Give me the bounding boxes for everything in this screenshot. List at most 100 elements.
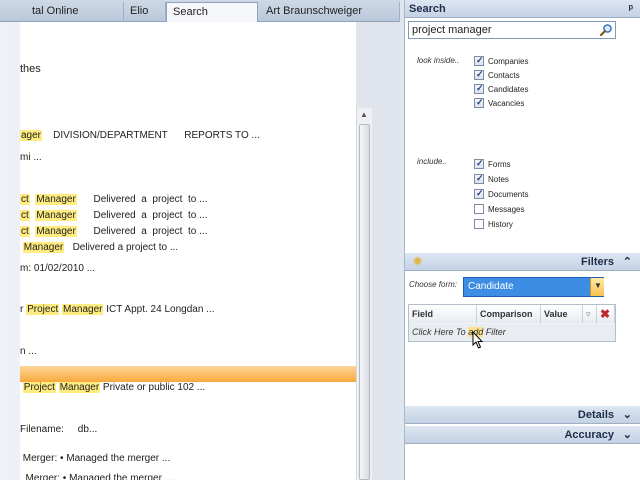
- result-line[interactable]: thes: [20, 63, 41, 75]
- pin-icon[interactable]: ᵖ: [629, 0, 633, 18]
- checkbox-label: Forms: [488, 160, 511, 169]
- result-line[interactable]: r Project Manager ICT Appt. 24 Longdan .…: [20, 304, 215, 315]
- chevron-down-icon: ▼: [594, 281, 602, 290]
- checkbox-candidates[interactable]: Candidates: [474, 82, 529, 96]
- column-header-comparison[interactable]: Comparison: [477, 305, 541, 323]
- checkbox-box[interactable]: [474, 54, 484, 67]
- expand-details-icon[interactable]: ⌄: [623, 406, 632, 424]
- choose-form-value: Candidate: [468, 281, 514, 292]
- result-line[interactable]: Merger: • Managed the merger ...: [20, 453, 170, 464]
- search-box[interactable]: [408, 21, 616, 39]
- result-line[interactable]: m: 01/02/2010 ...: [20, 263, 95, 274]
- checkbox-box[interactable]: [474, 82, 484, 95]
- search-results-document[interactable]: thes ager DIVISION/DEPARTMENT REPORTS TO …: [20, 22, 356, 480]
- vertical-scrollbar[interactable]: ▲: [356, 108, 372, 480]
- highlighted-term: Manager: [58, 382, 101, 393]
- tab-elio-rossi[interactable]: Elio Rossi: [124, 2, 166, 35]
- result-text: Merger: • Managed the merger ...: [20, 453, 171, 464]
- result-line[interactable]: Project Manager Private or public 102 ..…: [20, 382, 205, 393]
- checkbox-contacts[interactable]: Contacts: [474, 68, 520, 82]
- highlighted-term: Manager: [62, 304, 104, 315]
- filter-star-icon: ✹: [413, 256, 423, 268]
- checkbox-messages[interactable]: Messages: [474, 203, 524, 216]
- result-line[interactable]: Manager Delivered a project to ...: [20, 242, 178, 253]
- filters-header[interactable]: ✹ Filters ⌃: [405, 253, 640, 271]
- highlighted-term: Manager: [35, 194, 77, 205]
- checkbox-history[interactable]: History: [474, 218, 513, 231]
- filter-funnel-icon[interactable]: ▿: [583, 305, 597, 323]
- checkbox-label: Candidates: [488, 85, 529, 94]
- checkbox-documents[interactable]: Documents: [474, 187, 529, 201]
- highlighted-term: ager: [20, 130, 43, 141]
- result-text: Private or public 102 ...: [100, 382, 206, 393]
- checkbox-label: Documents: [488, 190, 529, 199]
- search-icon[interactable]: [599, 23, 613, 37]
- highlighted-term: Manager: [35, 210, 77, 221]
- checkbox-box[interactable]: [474, 187, 484, 200]
- result-line[interactable]: ct Manager Delivered a project to ...: [20, 194, 207, 205]
- scroll-up-icon[interactable]: ▲: [360, 110, 368, 119]
- checkbox-box[interactable]: [474, 157, 484, 170]
- result-text: n ...: [20, 346, 37, 357]
- search-input[interactable]: [409, 22, 599, 38]
- checkbox-companies[interactable]: Companies: [474, 54, 529, 68]
- result-line[interactable]: ct Manager Delivered a project to ...: [20, 210, 207, 221]
- highlighted-term: Manager: [22, 242, 65, 253]
- delete-filter-icon[interactable]: ✖: [597, 305, 615, 323]
- highlighted-term: Project: [26, 304, 60, 315]
- filter-grid: Field Comparison Value ▿ ✖ Click Here To…: [408, 304, 616, 342]
- tab-search-results[interactable]: Search results×: [166, 2, 258, 36]
- checkbox-forms[interactable]: Forms: [474, 157, 511, 171]
- checkbox-vacancies[interactable]: Vacancies: [474, 96, 524, 110]
- mouse-cursor-icon: [472, 331, 484, 349]
- selected-result-row[interactable]: [20, 366, 356, 382]
- choose-form-select[interactable]: Candidate: [463, 277, 604, 297]
- checkbox-label: Notes: [488, 175, 509, 184]
- result-line[interactable]: Filename: db...: [20, 424, 97, 435]
- checkbox-box[interactable]: [474, 96, 484, 109]
- look-inside-label: look inside..: [417, 56, 460, 65]
- checkbox-box[interactable]: [474, 172, 484, 185]
- checkbox-notes[interactable]: Notes: [474, 172, 509, 186]
- result-line[interactable]: ager DIVISION/DEPARTMENT REPORTS TO ...: [20, 130, 260, 141]
- result-line[interactable]: ct Manager Delivered a project to ...: [20, 226, 207, 237]
- checkbox-label: History: [488, 220, 513, 229]
- highlighted-term: ct: [20, 226, 30, 237]
- scrollbar-thumb[interactable]: [359, 124, 370, 480]
- result-line[interactable]: Merger: • Managed the merger ...: [20, 473, 173, 480]
- result-line[interactable]: n ...: [20, 346, 37, 357]
- result-text: Merger: • Managed the merger ...: [20, 473, 174, 480]
- filter-empty-area: [405, 344, 640, 406]
- add-filter-row[interactable]: Click Here To add Filter: [409, 324, 615, 341]
- include-label: include..: [417, 157, 447, 166]
- column-header-value[interactable]: Value: [541, 305, 583, 323]
- accuracy-header[interactable]: Accuracy ⌄: [405, 426, 640, 444]
- highlighted-term: Manager: [35, 226, 77, 237]
- accuracy-empty-area: [405, 445, 640, 480]
- checkbox-label: Contacts: [488, 71, 520, 80]
- expand-accuracy-icon[interactable]: ⌄: [623, 426, 632, 444]
- column-header-field[interactable]: Field: [409, 305, 477, 323]
- document-tab-strip: tal Online Elio Rossi Search results× Ar…: [0, 0, 400, 36]
- highlighted-term: ct: [20, 194, 30, 205]
- highlighted-term: ct: [20, 210, 30, 221]
- checkbox-box[interactable]: [474, 203, 484, 214]
- tab-contact-portal[interactable]: tal Online: [26, 2, 124, 22]
- tab-art-braunschweiger[interactable]: Art Braunschweiger: [260, 2, 400, 22]
- result-text: Delivered a project to ...: [76, 194, 208, 205]
- result-text: Delivered a project to ...: [64, 242, 179, 253]
- details-header[interactable]: Details ⌄: [405, 406, 640, 424]
- checkbox-box[interactable]: [474, 218, 484, 229]
- highlighted-term: Project: [22, 382, 56, 393]
- checkbox-label: Companies: [488, 57, 529, 66]
- result-text: DIVISION/DEPARTMENT REPORTS TO ...: [42, 130, 260, 141]
- checkbox-box[interactable]: [474, 68, 484, 81]
- search-header: Search ᵖ: [405, 0, 640, 18]
- result-text: Delivered a project to ...: [76, 210, 208, 221]
- choose-form-dropdown-button[interactable]: ▼: [590, 278, 604, 296]
- result-line[interactable]: mi ...: [20, 152, 42, 163]
- result-text: m: 01/02/2010 ...: [20, 263, 96, 274]
- collapse-filters-icon[interactable]: ⌃: [623, 253, 632, 271]
- choose-form-label: Choose form:: [409, 280, 458, 289]
- result-text: mi ...: [20, 152, 42, 163]
